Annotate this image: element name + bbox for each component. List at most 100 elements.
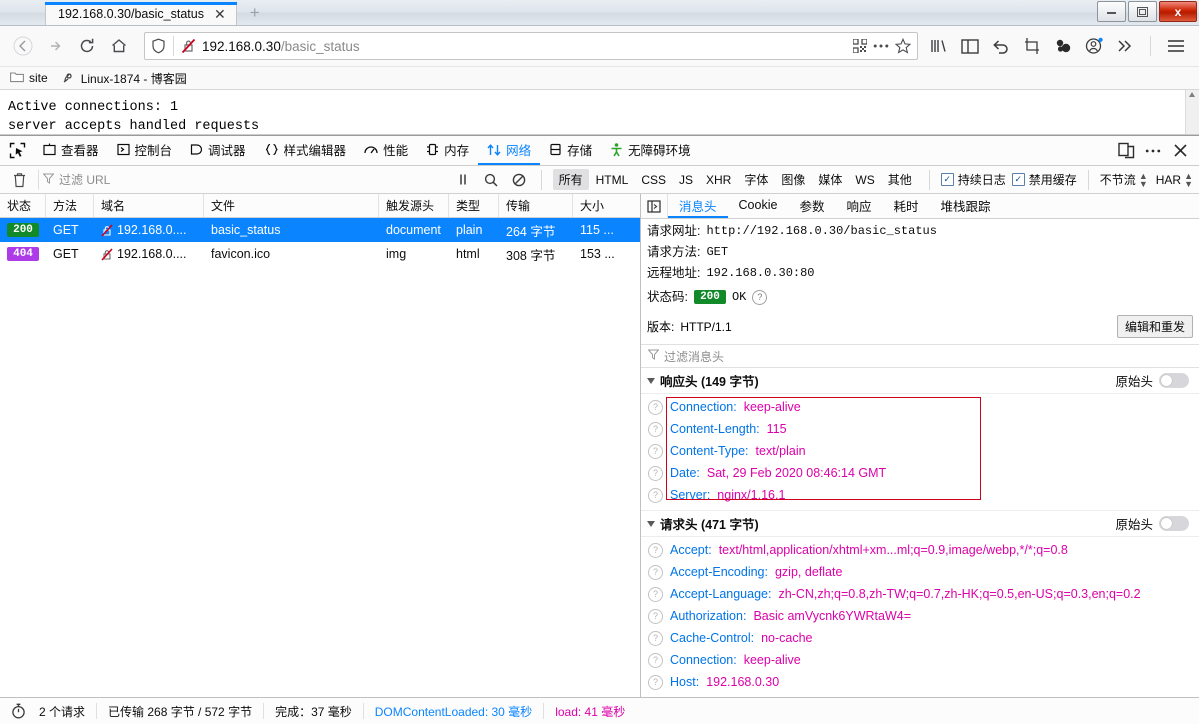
help-icon[interactable]: ? [648, 487, 663, 503]
help-icon[interactable]: ? [648, 586, 663, 602]
shield-icon[interactable] [151, 38, 166, 54]
undo-icon[interactable] [990, 34, 1012, 58]
toggle-switch[interactable] [1159, 373, 1189, 388]
browser-tab[interactable]: 192.168.0.30/basic_status ✕ [45, 2, 237, 25]
header-row[interactable]: ? Content-Type: text/plain [641, 440, 1199, 462]
devtools-close-icon[interactable] [1168, 139, 1192, 163]
header-row[interactable]: ? Connection: keep-alive [641, 396, 1199, 418]
details-tab-stacktrace[interactable]: 堆栈跟踪 [929, 194, 1001, 218]
filter-type-image[interactable]: 图像 [775, 169, 811, 190]
overflow-icon[interactable] [1114, 34, 1136, 58]
tab-close-icon[interactable]: ✕ [212, 7, 228, 21]
details-tab-headers[interactable]: 消息头 [668, 194, 728, 218]
header-row[interactable]: ? Date: Sat, 29 Feb 2020 08:46:14 GMT [641, 462, 1199, 484]
column-transfer[interactable]: 传输 [499, 194, 573, 217]
header-filter-input[interactable]: 过滤消息头 [641, 345, 1199, 368]
help-icon[interactable]: ? [648, 652, 663, 668]
filter-type-css[interactable]: CSS [635, 171, 672, 189]
table-row[interactable]: 200 GET 192.168.0.... basic_status docum… [0, 218, 640, 242]
filter-type-all[interactable]: 所有 [552, 169, 589, 190]
help-icon[interactable]: ? [648, 630, 663, 646]
filter-type-other[interactable]: 其他 [882, 169, 918, 190]
library-icon[interactable] [928, 34, 950, 58]
table-row[interactable]: 404 GET 192.168.0.... favicon.ico img ht… [0, 242, 640, 266]
filter-type-xhr[interactable]: XHR [700, 171, 737, 189]
account-icon[interactable] [1083, 34, 1105, 58]
help-icon[interactable]: ? [648, 674, 663, 690]
block-icon[interactable] [508, 170, 530, 190]
column-domain[interactable]: 域名 [94, 194, 204, 217]
column-method[interactable]: 方法 [46, 194, 94, 217]
tab-accessibility[interactable]: 无障碍环境 [601, 136, 700, 165]
page-scrollbar[interactable] [1185, 90, 1199, 134]
header-row[interactable]: ? Cache-Control: no-cache [641, 627, 1199, 649]
url-text[interactable]: 192.168.0.30/basic_status [202, 39, 847, 54]
tab-debugger[interactable]: 调试器 [181, 136, 255, 165]
har-dropdown[interactable]: HAR ▲ ▼ [1156, 171, 1193, 188]
column-cause[interactable]: 触发源头 [379, 194, 449, 217]
raw-headers-toggle-request[interactable]: 原始头 [1115, 514, 1199, 533]
home-button[interactable] [104, 31, 134, 61]
header-row[interactable]: ? Content-Length: 115 [641, 418, 1199, 440]
qr-code-icon[interactable] [853, 39, 867, 53]
help-icon[interactable]: ? [648, 443, 663, 459]
help-icon[interactable]: ? [648, 564, 663, 580]
tab-inspector[interactable]: 查看器 [34, 136, 108, 165]
scroll-up-arrow[interactable] [1189, 92, 1195, 97]
raw-headers-toggle-response[interactable]: 原始头 [1115, 371, 1199, 390]
url-filter-input[interactable]: 过滤 URL [38, 169, 446, 190]
sidebar-icon[interactable] [959, 34, 981, 58]
edit-and-resend-button[interactable]: 编辑和重发 [1116, 315, 1193, 338]
pause-icon[interactable] [452, 170, 474, 190]
maximize-button[interactable] [1128, 1, 1157, 22]
header-row[interactable]: ? Connection: keep-alive [641, 649, 1199, 671]
filter-type-js[interactable]: JS [673, 171, 699, 189]
persist-logs-checkbox[interactable]: ✓ 持续日志 [940, 171, 1006, 188]
help-icon[interactable]: ? [648, 421, 663, 437]
help-icon[interactable]: ? [648, 542, 663, 558]
header-row[interactable]: ? Accept-Language: zh-CN,zh;q=0.8,zh-TW;q=… [641, 583, 1199, 605]
url-bar[interactable]: 192.168.0.30/basic_status [144, 32, 918, 60]
tab-storage[interactable]: 存储 [540, 136, 601, 165]
header-row[interactable]: ? Server: nginx/1.16.1 [641, 484, 1199, 506]
devtools-meatball-icon[interactable] [1141, 139, 1165, 163]
filter-type-media[interactable]: 媒体 [812, 169, 848, 190]
header-row[interactable]: ? Authorization: Basic amVycnk6YWRtaW4= [641, 605, 1199, 627]
forward-button[interactable] [40, 31, 70, 61]
back-button[interactable] [8, 31, 38, 61]
column-status[interactable]: 状态 [0, 194, 46, 217]
tab-style-editor[interactable]: 样式编辑器 [255, 136, 356, 165]
trash-icon[interactable] [6, 172, 32, 188]
details-tab-params[interactable]: 参数 [788, 194, 835, 218]
bookmark-item-site[interactable]: site [10, 71, 48, 86]
close-button[interactable]: x [1159, 1, 1197, 22]
help-icon[interactable]: ? [648, 608, 663, 624]
toggle-switch[interactable] [1159, 516, 1189, 531]
filter-type-html[interactable]: HTML [590, 171, 635, 189]
header-row[interactable]: ? Pragma: no-cache [641, 693, 1199, 697]
response-headers-section-title[interactable]: 响应头 (149 字节) 原始头 [641, 368, 1199, 394]
header-row[interactable]: ? Accept-Encoding: gzip, deflate [641, 561, 1199, 583]
help-icon[interactable]: ? [752, 289, 768, 305]
broken-lock-icon[interactable] [181, 38, 196, 54]
details-tab-cookie[interactable]: Cookie [728, 194, 789, 218]
filter-type-font[interactable]: 字体 [738, 169, 774, 190]
throttle-dropdown[interactable]: 不节流 ▲ ▼ [1100, 171, 1148, 188]
star-icon[interactable] [895, 38, 911, 54]
bookmark-item-linux[interactable]: Linux-1874 - 博客园 [62, 70, 187, 87]
details-tab-response[interactable]: 响应 [835, 194, 882, 218]
responsive-design-icon[interactable] [1114, 139, 1138, 163]
new-tab-button[interactable]: + [243, 4, 267, 25]
minimize-button[interactable] [1097, 1, 1126, 22]
tab-memory[interactable]: 内存 [417, 136, 478, 165]
header-row[interactable]: ? Accept: text/html,application/xhtml+xm..… [641, 539, 1199, 561]
help-icon[interactable]: ? [648, 399, 663, 415]
disable-cache-checkbox[interactable]: ✓ 禁用缓存 [1011, 171, 1077, 188]
page-actions-icon[interactable] [873, 43, 889, 49]
help-icon[interactable]: ? [648, 465, 663, 481]
reload-button[interactable] [72, 31, 102, 61]
tab-console[interactable]: 控制台 [108, 136, 182, 165]
screenshot-icon[interactable] [1021, 34, 1043, 58]
menu-icon[interactable] [1165, 34, 1187, 58]
column-type[interactable]: 类型 [449, 194, 499, 217]
